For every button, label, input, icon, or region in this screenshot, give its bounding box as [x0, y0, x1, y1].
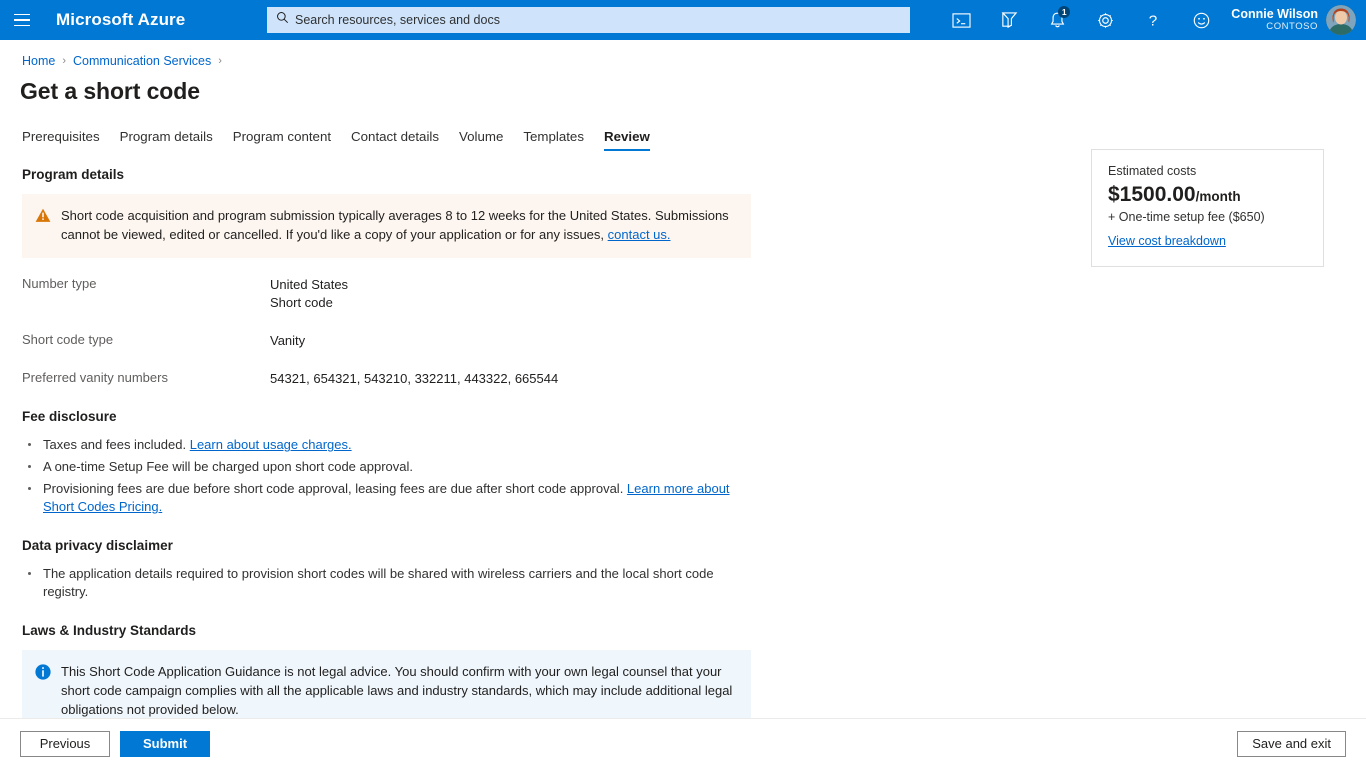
user-identity-text: Connie Wilson CONTOSO — [1231, 7, 1318, 32]
feedback-smiley-icon[interactable] — [1177, 0, 1225, 40]
detail-key-short-code-type: Short code type — [22, 332, 270, 350]
fee-bullet-text: Provisioning fees are due before short c… — [43, 481, 627, 496]
estimated-costs-card: Estimated costs $1500.00/month + One-tim… — [1091, 149, 1324, 267]
user-org: CONTOSO — [1231, 22, 1318, 33]
directories-filter-icon[interactable] — [985, 0, 1033, 40]
cost-amount-period: /month — [1196, 189, 1241, 204]
settings-gear-icon[interactable] — [1081, 0, 1129, 40]
breadcrumb-item-home[interactable]: Home — [22, 54, 55, 68]
hamburger-icon[interactable] — [0, 0, 44, 40]
data-privacy-bullet-text: The application details required to prov… — [43, 566, 714, 599]
list-item: The application details required to prov… — [24, 565, 734, 601]
list-item: A one-time Setup Fee will be charged upo… — [24, 458, 734, 476]
fee-bullet-text: A one-time Setup Fee will be charged upo… — [43, 459, 413, 474]
review-details-table: Number type United States Short code Sho… — [22, 276, 1366, 388]
user-name: Connie Wilson — [1231, 7, 1318, 21]
avatar[interactable] — [1326, 5, 1356, 35]
fee-bullet-text: Taxes and fees included. — [43, 437, 190, 452]
data-privacy-heading: Data privacy disclaimer — [22, 538, 1366, 553]
wizard-tab-bar: Prerequisites Program details Program co… — [0, 105, 1366, 151]
table-row: Number type United States Short code — [22, 276, 1366, 312]
list-item: Provisioning fees are due before short c… — [24, 480, 734, 516]
page-title: Get a short code — [0, 68, 1366, 105]
search-icon — [276, 11, 289, 29]
breadcrumb-separator-icon: › — [218, 55, 222, 67]
detail-value-short-code-type: Vanity — [270, 332, 305, 350]
help-icon[interactable]: ? — [1129, 0, 1177, 40]
submit-button[interactable]: Submit — [120, 731, 210, 757]
estimated-costs-label: Estimated costs — [1108, 164, 1307, 178]
table-row: Preferred vanity numbers 54321, 654321, … — [22, 370, 1366, 388]
fee-disclosure-heading: Fee disclosure — [22, 409, 1366, 424]
header-icon-group: 1 ? Connie Wilson CO — [937, 0, 1366, 40]
tab-volume[interactable]: Volume — [459, 129, 503, 151]
tab-review[interactable]: Review — [604, 129, 650, 151]
review-content: Program details Short code acquisition a… — [0, 151, 1366, 733]
laws-industry-standards-heading: Laws & Industry Standards — [22, 623, 1366, 638]
save-and-exit-button[interactable]: Save and exit — [1237, 731, 1346, 757]
contact-us-link[interactable]: contact us. — [608, 227, 671, 242]
fee-disclosure-list: Taxes and fees included. Learn about usa… — [24, 436, 734, 516]
info-circle-icon — [35, 664, 51, 720]
user-account-menu[interactable]: Connie Wilson CONTOSO — [1225, 0, 1366, 40]
warning-banner: Short code acquisition and program submi… — [22, 194, 751, 258]
global-search-box[interactable] — [267, 7, 910, 33]
detail-key-number-type: Number type — [22, 276, 270, 312]
estimated-costs-amount: $1500.00/month — [1108, 182, 1307, 207]
search-input[interactable] — [295, 13, 901, 27]
data-privacy-list: The application details required to prov… — [24, 565, 734, 601]
tab-prerequisites[interactable]: Prerequisites — [22, 129, 100, 151]
notification-badge-count: 1 — [1058, 6, 1070, 18]
tab-program-content[interactable]: Program content — [233, 129, 331, 151]
breadcrumb-item-communication-services[interactable]: Communication Services — [73, 54, 211, 68]
notifications-icon[interactable]: 1 — [1033, 0, 1081, 40]
breadcrumb-separator-icon: › — [62, 55, 66, 67]
azure-top-header: Microsoft Azure — [0, 0, 1366, 40]
previous-button[interactable]: Previous — [20, 731, 110, 757]
view-cost-breakdown-link[interactable]: View cost breakdown — [1108, 234, 1226, 248]
list-item: Taxes and fees included. Learn about usa… — [24, 436, 734, 454]
cost-amount-value: $1500.00 — [1108, 183, 1196, 206]
detail-value-preferred-vanity-numbers: 54321, 654321, 543210, 332211, 443322, 6… — [270, 370, 558, 388]
tab-contact-details[interactable]: Contact details — [351, 129, 439, 151]
breadcrumb: Home › Communication Services › — [0, 40, 1366, 68]
one-time-setup-fee: + One-time setup fee ($650) — [1108, 210, 1307, 224]
warning-banner-text: Short code acquisition and program submi… — [61, 207, 737, 245]
table-row: Short code type Vanity — [22, 332, 1366, 350]
svg-text:?: ? — [1149, 12, 1157, 29]
info-banner-text: This Short Code Application Guidance is … — [61, 663, 737, 720]
tab-program-details[interactable]: Program details — [120, 129, 213, 151]
warning-triangle-icon — [35, 208, 51, 245]
detail-key-preferred-vanity-numbers: Preferred vanity numbers — [22, 370, 270, 388]
tab-templates[interactable]: Templates — [523, 129, 584, 151]
cloud-shell-icon[interactable] — [937, 0, 985, 40]
learn-about-usage-charges-link[interactable]: Learn about usage charges. — [190, 437, 352, 452]
azure-brand-title[interactable]: Microsoft Azure — [56, 10, 185, 30]
wizard-footer: Previous Submit Save and exit — [0, 718, 1366, 768]
detail-value-number-type: United States Short code — [270, 276, 348, 312]
